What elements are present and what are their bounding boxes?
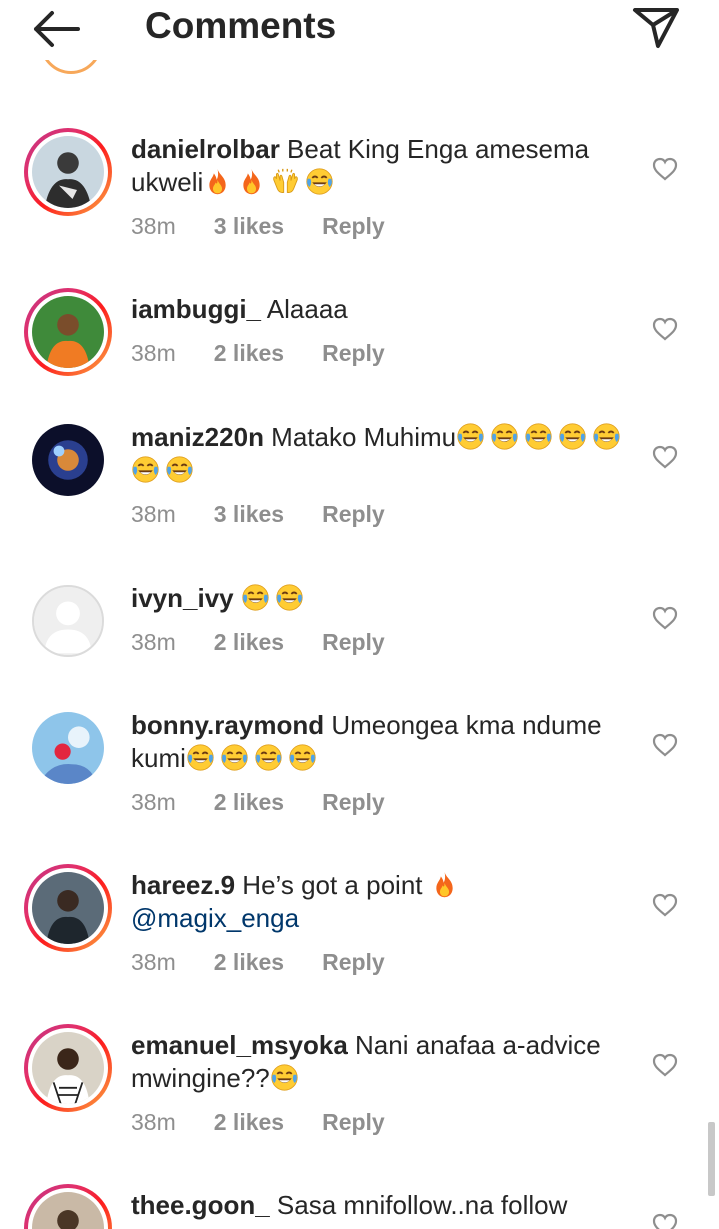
heart-outline-icon[interactable] (652, 317, 678, 341)
avatar[interactable] (32, 585, 104, 657)
tears-of-joy-emoji-icon (275, 583, 304, 612)
comment-meta: 38m 2 likes Reply (131, 1108, 385, 1136)
comment-text: ivyn_ivy (131, 582, 631, 615)
likes-count[interactable]: 2 likes (214, 948, 284, 976)
page-title: Comments (145, 5, 337, 46)
back-button[interactable] (30, 8, 82, 50)
likes-count[interactable]: 2 likes (214, 628, 284, 656)
tears-of-joy-emoji-icon (288, 743, 317, 772)
comment-text: danielrolbar Beat King Enga amesema ukwe… (131, 133, 631, 199)
heart-outline-icon[interactable] (652, 1213, 678, 1229)
reply-button[interactable]: Reply (322, 948, 385, 976)
username[interactable]: iambuggi_ (131, 294, 261, 324)
timestamp: 38m (131, 340, 176, 366)
username[interactable]: bonny.raymond (131, 710, 324, 740)
avatar[interactable] (24, 1184, 112, 1229)
timestamp: 38m (131, 789, 176, 815)
reply-button[interactable]: Reply (322, 500, 385, 528)
username[interactable]: thee.goon_ (131, 1190, 270, 1220)
username[interactable]: danielrolbar (131, 134, 280, 164)
comment-body: Sasa mnifollow..na follow (269, 1190, 568, 1220)
tears-of-joy-emoji-icon (524, 422, 553, 451)
heart-outline-icon[interactable] (652, 606, 678, 630)
avatar[interactable] (32, 712, 104, 784)
avatar[interactable] (24, 128, 112, 216)
tears-of-joy-emoji-icon (131, 455, 160, 484)
fire-emoji-icon (237, 167, 266, 196)
reply-button[interactable]: Reply (322, 339, 385, 367)
heart-outline-icon[interactable] (652, 157, 678, 181)
raising-hands-emoji-icon (271, 167, 300, 196)
heart-outline-icon[interactable] (652, 445, 678, 469)
comment-meta: 38m 3 likes Reply (131, 500, 385, 528)
arrow-left-icon (34, 11, 80, 47)
previous-comment-avatar-edge (40, 60, 102, 88)
comment-body: Matako Muhimu (263, 422, 457, 452)
fire-emoji-icon (203, 167, 232, 196)
likes-count[interactable]: 3 likes (214, 212, 284, 240)
likes-count[interactable]: 3 likes (214, 500, 284, 528)
comment-body: Alaaaa (261, 294, 348, 324)
timestamp: 38m (131, 213, 176, 239)
tears-of-joy-emoji-icon (456, 422, 485, 451)
avatar[interactable] (24, 288, 112, 376)
tears-of-joy-emoji-icon (186, 743, 215, 772)
avatar[interactable] (32, 424, 104, 496)
comment-meta: 38m 2 likes Reply (131, 948, 385, 976)
likes-count[interactable]: 2 likes (214, 788, 284, 816)
timestamp: 38m (131, 629, 176, 655)
comment-meta: 38m 3 likes Reply (131, 212, 385, 240)
comment-text: bonny.raymond Umeongea kma ndume kumi (131, 709, 631, 775)
tears-of-joy-emoji-icon (490, 422, 519, 451)
reply-button[interactable]: Reply (322, 788, 385, 816)
comment-meta: 38m 2 likes Reply (131, 339, 385, 367)
comment-body: He’s got a point (235, 870, 430, 900)
avatar[interactable] (24, 864, 112, 952)
likes-count[interactable]: 2 likes (214, 1108, 284, 1136)
paper-plane-icon (633, 8, 679, 48)
share-button[interactable] (630, 4, 682, 50)
comment-text: hareez.9 He’s got a point @magix_enga (131, 869, 631, 935)
tears-of-joy-emoji-icon (305, 167, 334, 196)
comment-text: emanuel_msyoka Nani anafaa a-advice mwin… (131, 1029, 631, 1095)
scrollbar[interactable] (708, 1122, 715, 1196)
heart-outline-icon[interactable] (652, 1053, 678, 1077)
default-avatar-icon (34, 587, 102, 655)
top-bar: Comments (0, 0, 719, 60)
reply-button[interactable]: Reply (322, 212, 385, 240)
reply-button[interactable]: Reply (322, 1108, 385, 1136)
comment-item: thee.goon_ Sasa mnifollow..na follow (0, 1184, 719, 1229)
tears-of-joy-emoji-icon (270, 1063, 299, 1092)
timestamp: 38m (131, 1109, 176, 1135)
fire-emoji-icon (430, 870, 459, 899)
heart-outline-icon[interactable] (652, 733, 678, 757)
username[interactable]: maniz220n (131, 422, 264, 452)
likes-count[interactable]: 2 likes (214, 339, 284, 367)
avatar[interactable] (24, 1024, 112, 1112)
tears-of-joy-emoji-icon (165, 455, 194, 484)
comment-meta: 38m 2 likes Reply (131, 788, 385, 816)
tears-of-joy-emoji-icon (241, 583, 270, 612)
comment-text: maniz220n Matako Muhimu (131, 421, 631, 487)
tears-of-joy-emoji-icon (592, 422, 621, 451)
comment-meta: 38m 2 likes Reply (131, 628, 385, 656)
mention-link[interactable]: @magix_enga (131, 903, 299, 933)
comment-text: thee.goon_ Sasa mnifollow..na follow (131, 1189, 631, 1222)
comment-text: iambuggi_ Alaaaa (131, 293, 631, 326)
timestamp: 38m (131, 501, 176, 527)
username[interactable]: ivyn_ivy (131, 583, 234, 613)
heart-outline-icon[interactable] (652, 893, 678, 917)
username[interactable]: hareez.9 (131, 870, 235, 900)
tears-of-joy-emoji-icon (254, 743, 283, 772)
tears-of-joy-emoji-icon (558, 422, 587, 451)
username[interactable]: emanuel_msyoka (131, 1030, 348, 1060)
reply-button[interactable]: Reply (322, 628, 385, 656)
tears-of-joy-emoji-icon (220, 743, 249, 772)
timestamp: 38m (131, 949, 176, 975)
